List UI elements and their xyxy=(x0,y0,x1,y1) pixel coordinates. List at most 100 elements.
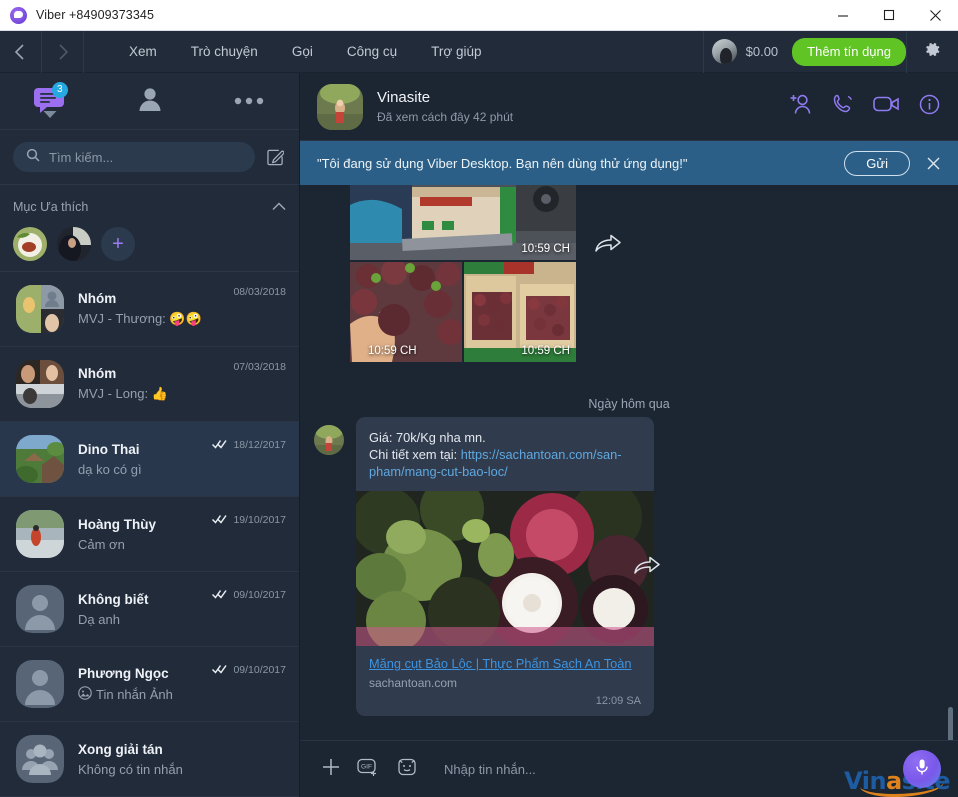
close-icon[interactable] xyxy=(912,0,958,31)
plus-icon[interactable] xyxy=(321,757,341,782)
list-item[interactable]: Dino Thai dạ ko có gì 18/12/2017 xyxy=(0,422,299,497)
link-preview-image[interactable] xyxy=(356,491,654,646)
sidebar-item-chats[interactable]: 3 xyxy=(0,73,100,130)
menu-item-tro-chuyen[interactable]: Trò chuyện xyxy=(174,38,275,65)
list-item[interactable]: Không biết Dạ anh 09/10/2017 xyxy=(0,572,299,647)
link-preview-title[interactable]: Măng cụt Bảo Lộc | Thực Phẩm Sạch An Toà… xyxy=(369,656,641,672)
avatar xyxy=(16,360,64,408)
menu-item-goi[interactable]: Gọi xyxy=(275,38,330,65)
sticker-icon[interactable] xyxy=(396,757,418,782)
unread-badge: 3 xyxy=(51,81,68,98)
list-item[interactable]: Nhóm MVJ - Long: 👍 07/03/2018 xyxy=(0,347,299,422)
read-receipt-icon xyxy=(212,661,228,679)
search-input[interactable]: Tìm kiếm... xyxy=(13,142,255,172)
sidebar-item-contacts[interactable] xyxy=(100,73,200,130)
settings-button[interactable] xyxy=(906,30,958,73)
list-item[interactable]: Hoàng Thùy Cảm ơn 19/10/2017 xyxy=(0,497,299,572)
banner-message: "Tôi đang sử dụng Viber Desktop. Bạn nên… xyxy=(317,155,688,171)
message-bubble[interactable]: Giá: 70k/Kg nha mn. Chi tiết xem tại: ht… xyxy=(356,417,654,716)
gif-icon[interactable]: GIF xyxy=(357,757,380,782)
forward-arrow-icon[interactable] xyxy=(42,31,83,73)
avatar xyxy=(16,735,64,783)
media-thumb[interactable]: 10:59 CH xyxy=(350,185,576,260)
ellipsis-icon xyxy=(234,92,264,110)
message-scrollbar[interactable] xyxy=(948,707,953,740)
avatar xyxy=(711,39,737,64)
message-composer: GIF Nhập tin nhắn... Vina xyxy=(300,740,958,797)
favorites-header: Mục Ưa thích xyxy=(13,198,286,216)
chat-date: 09/10/2017 xyxy=(233,664,286,676)
list-item-body: Hoàng Thùy Cảm ơn xyxy=(78,517,198,552)
add-favorite-button[interactable]: + xyxy=(101,227,135,261)
read-receipt-icon xyxy=(212,511,228,529)
media-thumb[interactable]: 10:59 CH xyxy=(350,262,462,362)
chat-preview: dạ ko có gì xyxy=(78,461,142,477)
menu-item-xem[interactable]: Xem xyxy=(112,38,174,65)
person-icon xyxy=(135,84,165,119)
message-bubble-row: Giá: 70k/Kg nha mn. Chi tiết xem tại: ht… xyxy=(314,417,660,716)
chat-name: Không biết xyxy=(78,591,149,607)
list-item[interactable]: Nhóm MVJ - Thương: 🤪🤪 08/03/2018 xyxy=(0,272,299,347)
message-list[interactable]: 10:59 CH 10:59 CH 10:59 CH Ngày hôm qua … xyxy=(300,185,958,740)
chat-date: 18/12/2017 xyxy=(233,439,286,451)
add-credit-button[interactable]: Thêm tín dụng xyxy=(792,37,906,66)
chat-list[interactable]: Nhóm MVJ - Thương: 🤪🤪 08/03/2018 Nhóm MV… xyxy=(0,272,299,797)
photo-message-icon xyxy=(78,685,92,703)
list-item-body: Xong giải tán Không có tin nhắn xyxy=(78,742,272,777)
app-body: 3 Tìm kiếm... Mục Ưa thích + Nhóm MVJ - … xyxy=(0,73,958,797)
list-item[interactable]: Phương Ngọc Tin nhắn Ảnh 09/10/2017 xyxy=(0,647,299,722)
list-item-body: Không biết Dạ anh xyxy=(78,592,198,627)
conversation-panel: Vinasite Đã xem cách đây 42 phút "Tôi đa… xyxy=(300,73,958,797)
maximize-icon[interactable] xyxy=(866,0,912,31)
timestamp: 10:59 CH xyxy=(521,243,570,255)
close-icon[interactable] xyxy=(922,152,944,174)
compose-icon[interactable] xyxy=(264,146,286,168)
menu-item-cong-cu[interactable]: Công cụ xyxy=(330,38,414,65)
forward-icon[interactable] xyxy=(634,555,660,582)
video-call-icon[interactable] xyxy=(873,94,900,119)
minimize-icon[interactable] xyxy=(820,0,866,31)
balance-group[interactable]: $0.00 xyxy=(702,30,793,73)
gear-icon xyxy=(923,40,942,64)
media-group-message[interactable]: 10:59 CH 10:59 CH 10:59 CH xyxy=(350,185,621,362)
menu-right-group: $0.00 Thêm tín dụng xyxy=(702,30,958,73)
search-row: Tìm kiếm... xyxy=(0,130,299,185)
media-thumb[interactable]: 10:59 CH xyxy=(464,262,576,362)
media-row: 10:59 CH 10:59 CH xyxy=(350,262,576,362)
favorites-title: Mục Ưa thích xyxy=(13,200,89,214)
avatar xyxy=(16,660,64,708)
info-icon[interactable] xyxy=(919,94,940,120)
menu-item-tro-giup[interactable]: Trợ giúp xyxy=(414,38,498,65)
list-item-body: Nhóm MVJ - Long: 👍 xyxy=(78,366,219,402)
message-input[interactable]: Nhập tin nhắn... xyxy=(444,762,536,777)
sidebar-item-more[interactable] xyxy=(199,73,299,130)
list-item-meta: 07/03/2018 xyxy=(233,361,286,373)
back-arrow-icon[interactable] xyxy=(0,31,41,73)
conversation-actions xyxy=(789,93,940,120)
add-participant-icon[interactable] xyxy=(789,93,813,120)
list-item-meta: 18/12/2017 xyxy=(212,436,286,454)
link-preview-host: sachantoan.com xyxy=(369,676,458,690)
timestamp: 10:59 CH xyxy=(521,345,570,357)
page-title: Vinasite xyxy=(377,89,431,106)
list-item-meta: 19/10/2017 xyxy=(212,511,286,529)
conversation-header: Vinasite Đã xem cách đây 42 phút xyxy=(300,73,958,141)
list-item-body: Phương Ngọc Tin nhắn Ảnh xyxy=(78,666,198,703)
microphone-button[interactable] xyxy=(903,750,941,788)
chevron-down-icon[interactable] xyxy=(43,106,57,124)
list-item-body: Dino Thai dạ ko có gì xyxy=(78,442,198,477)
chat-name: Nhóm xyxy=(78,366,117,381)
voice-call-icon[interactable] xyxy=(832,93,854,120)
avatar[interactable] xyxy=(317,83,363,130)
chat-preview-wrap: Tin nhắn Ảnh xyxy=(78,685,198,703)
navigation-arrows xyxy=(0,30,84,73)
chat-name: Nhóm xyxy=(78,291,117,306)
chevron-up-icon[interactable] xyxy=(272,198,286,216)
send-button[interactable]: Gửi xyxy=(844,150,910,176)
favorite-avatar-1[interactable] xyxy=(13,227,47,261)
favorite-avatar-2[interactable] xyxy=(57,227,91,261)
nav-separator-2 xyxy=(83,30,84,73)
chat-preview: MVJ - Thương: 🤪🤪 xyxy=(78,311,202,326)
forward-icon[interactable] xyxy=(595,233,621,260)
list-item[interactable]: Xong giải tán Không có tin nhắn xyxy=(0,722,299,797)
